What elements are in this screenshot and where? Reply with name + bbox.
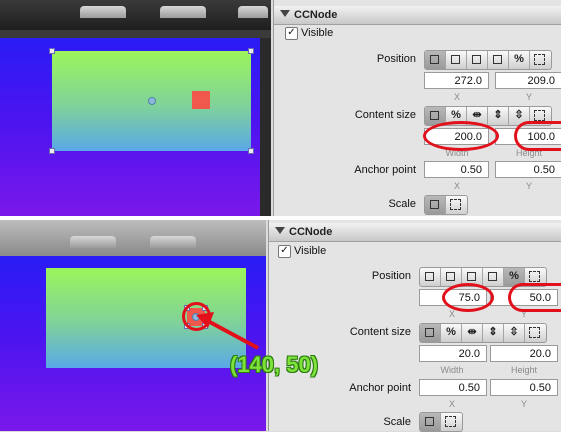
anchor-x-caption: X xyxy=(453,181,460,191)
highlight-ring xyxy=(508,283,561,312)
content-size-label: Content size xyxy=(349,326,411,338)
highlight-ring xyxy=(423,121,499,151)
resize-handle[interactable] xyxy=(49,48,55,54)
position-label: Position xyxy=(376,53,416,65)
highlight-ring xyxy=(514,121,561,151)
resize-handle[interactable] xyxy=(49,148,55,154)
scale-label: Scale xyxy=(383,416,411,428)
position-bottom-left-icon[interactable] xyxy=(420,268,441,286)
position-top-right-icon[interactable] xyxy=(467,51,488,69)
annotation-coordinates: (140, 50) xyxy=(230,352,319,377)
position-percent-icon[interactable]: % xyxy=(509,51,530,69)
visible-checkbox[interactable]: ✓ xyxy=(278,245,291,258)
bottom-canvas-tabbar xyxy=(0,220,266,256)
position-bottom-right-icon[interactable] xyxy=(488,51,509,69)
position-label: Position xyxy=(371,270,411,282)
anchor-x-caption: X xyxy=(448,399,455,409)
position-x-caption: X xyxy=(453,92,460,102)
position-top-left-icon[interactable] xyxy=(446,51,467,69)
size-expand-icon[interactable] xyxy=(525,324,546,342)
content-size-type-selector[interactable]: % ⇹ ⇕ ⇳ xyxy=(419,323,547,343)
anchor-point-label: Anchor point xyxy=(354,164,416,176)
child-node-square[interactable] xyxy=(192,91,210,109)
scale-points-icon[interactable] xyxy=(420,413,441,431)
top-editor-panel: CCNode ✓ Visible Position % 272.0 209.0 … xyxy=(0,0,561,216)
anchor-point-label: Anchor point xyxy=(349,382,411,394)
visible-label: Visible xyxy=(301,27,334,39)
scale-points-icon[interactable] xyxy=(425,196,446,214)
ccnode-section-header[interactable]: CCNode xyxy=(274,6,561,25)
anchor-y-caption: Y xyxy=(525,181,532,191)
document-tab[interactable] xyxy=(238,6,268,18)
disclosure-triangle-icon[interactable] xyxy=(280,10,290,17)
size-inset-height-icon[interactable]: ⇕ xyxy=(483,324,504,342)
anchor-y-caption: Y xyxy=(520,399,527,409)
size-inset-width-icon[interactable]: ⇹ xyxy=(462,324,483,342)
height-caption: Height xyxy=(510,365,537,375)
bottom-inspector-panel: CCNode ✓ Visible Position % 75.0 50.0 X … xyxy=(268,220,561,432)
document-tab[interactable] xyxy=(150,236,196,248)
visible-label: Visible xyxy=(294,245,327,257)
resize-handle[interactable] xyxy=(248,148,254,154)
annotation-arrow xyxy=(196,312,259,350)
scale-type-selector[interactable] xyxy=(424,195,468,215)
position-expand-icon[interactable] xyxy=(530,51,551,69)
position-x-field[interactable]: 272.0 xyxy=(424,72,489,89)
top-canvas-tabbar xyxy=(0,0,271,30)
size-scale-icon[interactable]: ⇳ xyxy=(504,324,525,342)
position-y-caption: Y xyxy=(525,92,532,102)
position-type-selector[interactable]: % xyxy=(424,50,552,70)
scale-expand-icon[interactable] xyxy=(441,413,462,431)
anchor-point-marker xyxy=(148,97,156,105)
resize-handle[interactable] xyxy=(248,48,254,54)
position-bottom-right-icon[interactable] xyxy=(483,268,504,286)
anchor-y-field[interactable]: 0.50 xyxy=(490,379,558,396)
anchor-x-field[interactable]: 0.50 xyxy=(419,379,487,396)
canvas-divider xyxy=(260,38,271,216)
scale-label: Scale xyxy=(388,198,416,210)
anchor-x-field[interactable]: 0.50 xyxy=(424,161,489,178)
top-scene-view[interactable] xyxy=(0,38,260,216)
highlight-ring xyxy=(442,283,494,312)
disclosure-triangle-icon[interactable] xyxy=(275,227,285,234)
bottom-editor-panel: CCNode ✓ Visible Position % 75.0 50.0 X … xyxy=(0,220,561,432)
top-inspector-panel: CCNode ✓ Visible Position % 272.0 209.0 … xyxy=(273,0,561,216)
content-size-label: Content size xyxy=(354,109,416,121)
width-caption: Width xyxy=(440,365,464,375)
document-tab[interactable] xyxy=(80,6,126,18)
section-title: CCNode xyxy=(289,226,333,238)
scale-expand-icon[interactable] xyxy=(446,196,467,214)
position-y-field[interactable]: 209.0 xyxy=(495,72,561,89)
anchor-y-field[interactable]: 0.50 xyxy=(495,161,561,178)
size-percent-icon[interactable]: % xyxy=(441,324,462,342)
ccnode-section-header[interactable]: CCNode xyxy=(269,223,561,242)
content-height-field[interactable]: 20.0 xyxy=(490,345,558,362)
position-bottom-left-icon[interactable] xyxy=(425,51,446,69)
section-title: CCNode xyxy=(294,9,338,21)
document-tab[interactable] xyxy=(160,6,206,18)
document-tab[interactable] xyxy=(70,236,116,248)
parent-node-rect[interactable] xyxy=(52,51,251,151)
size-inset-height-icon[interactable]: ⇕ xyxy=(488,107,509,125)
content-width-field[interactable]: 20.0 xyxy=(419,345,487,362)
scale-type-selector[interactable] xyxy=(419,412,463,432)
size-points-icon[interactable] xyxy=(420,324,441,342)
visible-checkbox[interactable]: ✓ xyxy=(285,27,298,40)
